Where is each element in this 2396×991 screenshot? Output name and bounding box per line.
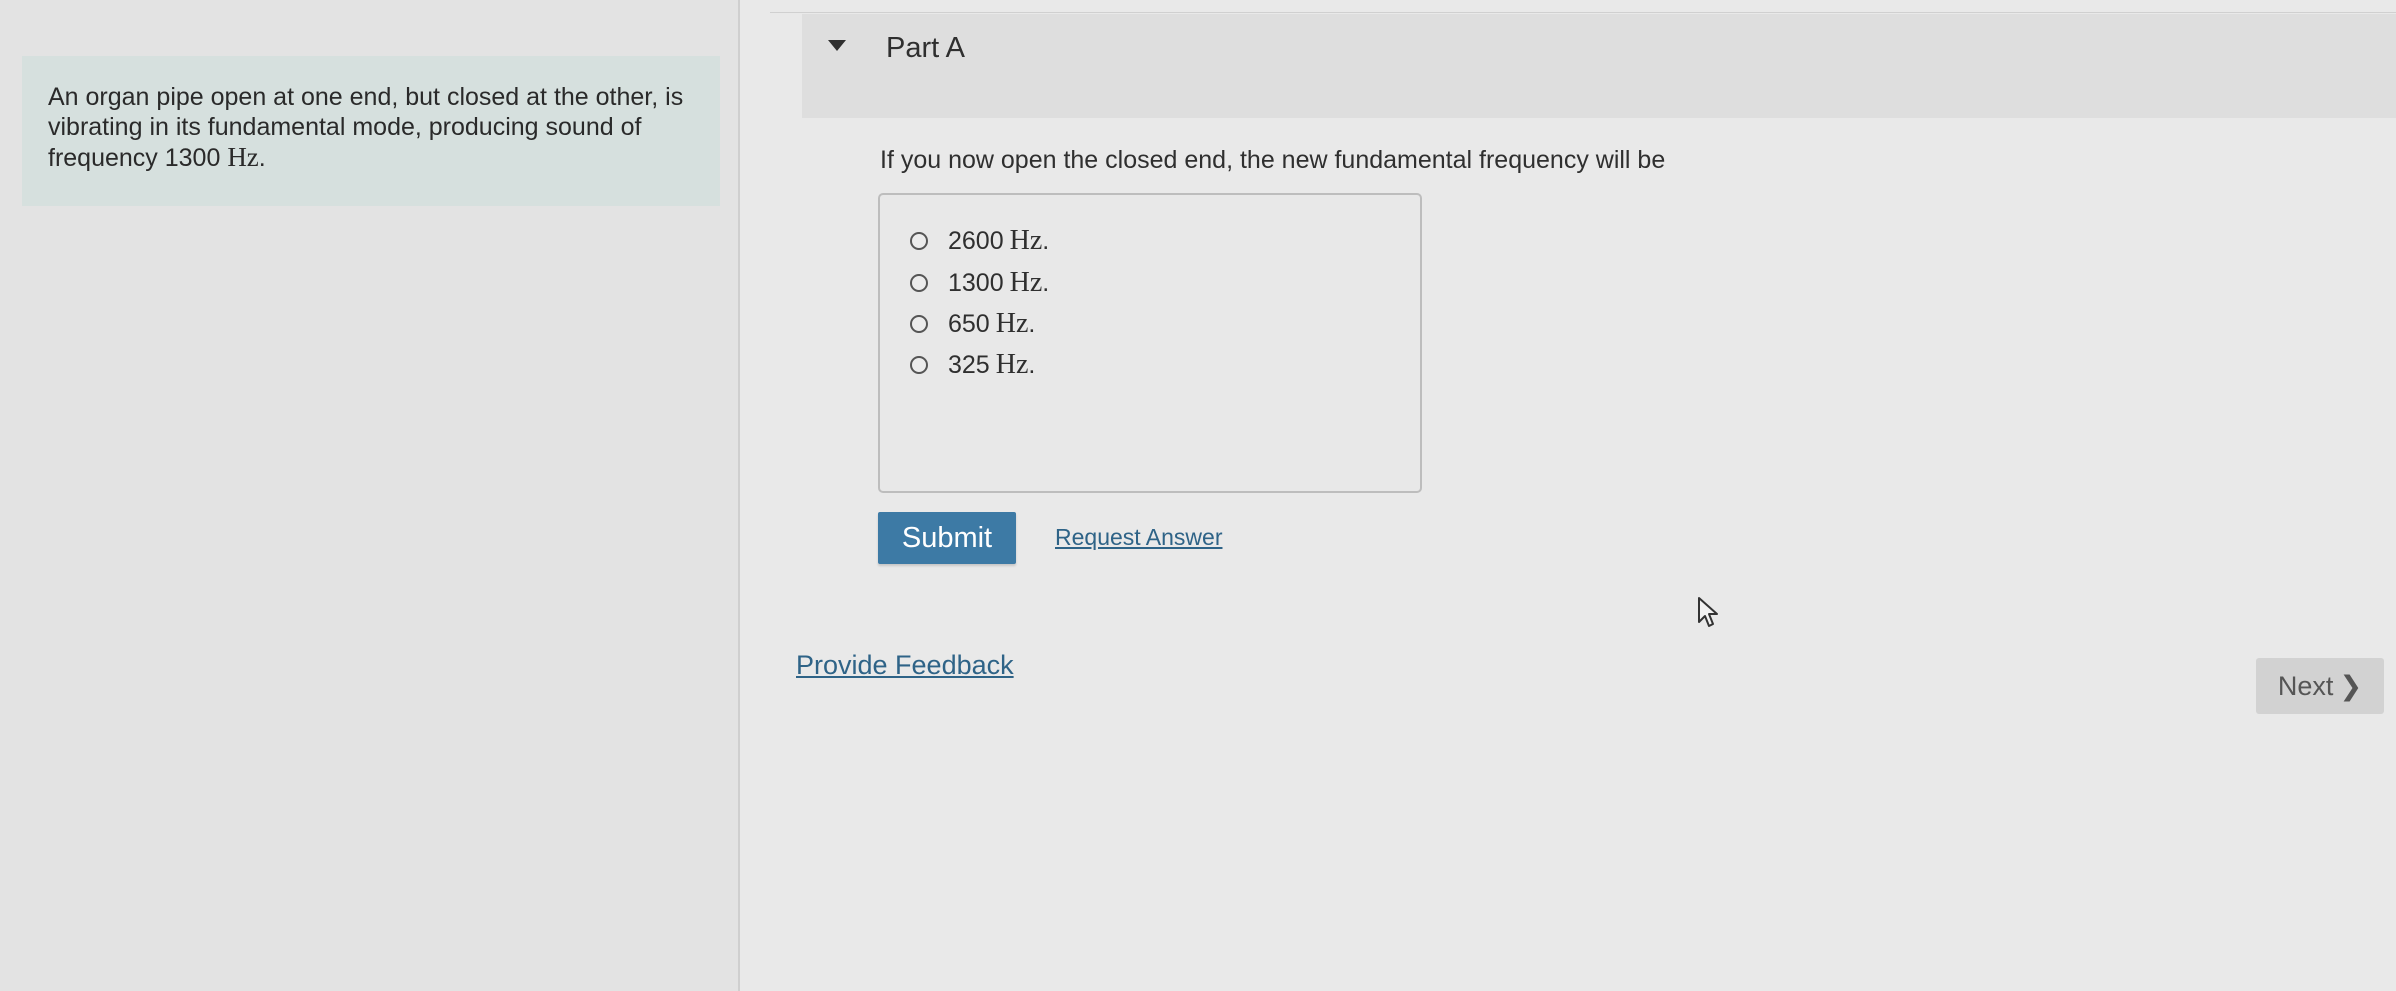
left-pane: An organ pipe open at one end, but close… [0, 0, 740, 991]
option-1300-hz[interactable]: 1300 Hz . [910, 265, 1049, 301]
option-unit: Hz [995, 308, 1029, 339]
option-325-hz[interactable]: 325 Hz . [910, 347, 1035, 383]
option-unit: Hz [1009, 267, 1043, 298]
problem-intro-unit: Hz [227, 142, 259, 172]
radio-button[interactable] [910, 356, 928, 374]
problem-intro-text: An organ pipe open at one end, but close… [48, 83, 684, 172]
problem-intro-period: . [258, 144, 266, 172]
problem-intro: An organ pipe open at one end, but close… [22, 56, 720, 206]
answer-options: 2600 Hz . 1300 Hz . 650 Hz . 325 Hz . [878, 193, 1422, 493]
part-header[interactable] [802, 14, 2396, 118]
option-unit: Hz [995, 349, 1029, 380]
part-title[interactable]: Part A [886, 32, 965, 65]
radio-button[interactable] [910, 274, 928, 292]
question-text: If you now open the closed end, the new … [880, 146, 1666, 174]
next-label: Next [2277, 670, 2334, 701]
right-pane: Part A If you now open the closed end, t… [740, 0, 2396, 991]
option-period: . [1042, 268, 1050, 297]
option-unit: Hz [1009, 225, 1043, 256]
option-period: . [1028, 309, 1036, 338]
option-value: 2600 [948, 226, 1004, 255]
option-value: 650 [948, 309, 990, 338]
next-button[interactable]: Next ❯ [2256, 658, 2384, 714]
submit-button[interactable]: Submit [878, 512, 1016, 564]
option-2600-hz[interactable]: 2600 Hz . [910, 223, 1049, 259]
provide-feedback-link[interactable]: Provide Feedback [796, 650, 1014, 681]
option-period: . [1028, 350, 1036, 379]
radio-button[interactable] [910, 315, 928, 333]
option-value: 325 [948, 350, 990, 379]
option-period: . [1042, 226, 1050, 255]
top-divider [770, 12, 2396, 13]
request-answer-link[interactable]: Request Answer [1055, 524, 1222, 551]
chevron-right-icon: ❯ [2339, 670, 2363, 701]
mouse-pointer-icon [1698, 597, 1718, 627]
option-value: 1300 [948, 268, 1004, 297]
radio-button[interactable] [910, 232, 928, 250]
caret-down-icon[interactable] [828, 40, 846, 51]
option-650-hz[interactable]: 650 Hz . [910, 306, 1035, 342]
